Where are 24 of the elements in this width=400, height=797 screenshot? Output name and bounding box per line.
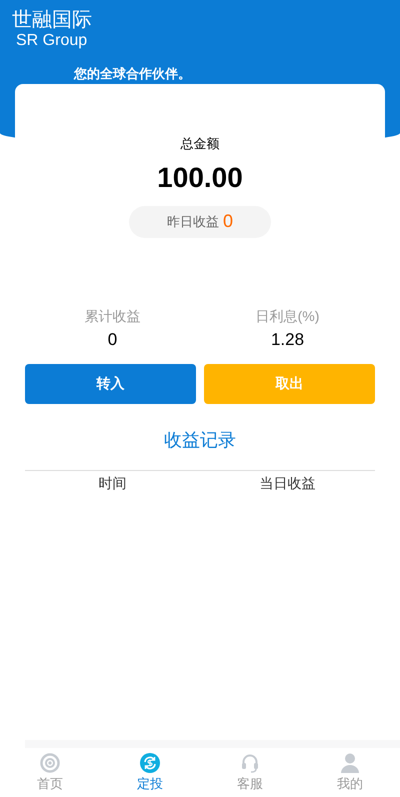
stat-value: 1.28	[270, 328, 304, 350]
yesterday-earnings-label: 昨日收益	[166, 212, 219, 231]
nav-tab[interactable]: 客服	[200, 748, 300, 797]
app-title: 世融国际	[12, 6, 92, 32]
nav-tab[interactable]: 我的	[300, 748, 400, 797]
total-amount-label: 总金额	[180, 135, 220, 153]
earnings-records-link[interactable]: 收益记录	[164, 428, 236, 452]
nav-tab[interactable]: 定投	[100, 748, 200, 797]
stat-label: 日利息(%)	[256, 306, 320, 326]
slogan-text: 您的全球合作伙伴。	[74, 65, 191, 83]
yesterday-earnings-value: 0	[222, 210, 233, 233]
target-icon	[40, 753, 60, 773]
nav-tab[interactable]: 首页	[0, 748, 100, 797]
column-header: 当日收益	[260, 474, 316, 492]
stat-label: 累计收益	[84, 306, 140, 326]
total-amount-value: 100.00	[157, 160, 243, 194]
stat-value: 0	[108, 328, 118, 350]
withdraw-button[interactable]: 取出	[204, 364, 375, 404]
person-icon	[341, 753, 359, 773]
deposit-button[interactable]: 转入	[25, 364, 196, 404]
column-header: 时间	[98, 474, 126, 492]
app-subtitle: SR Group	[16, 32, 88, 50]
coin-cycle-icon	[140, 753, 160, 773]
headset-icon	[240, 753, 260, 773]
